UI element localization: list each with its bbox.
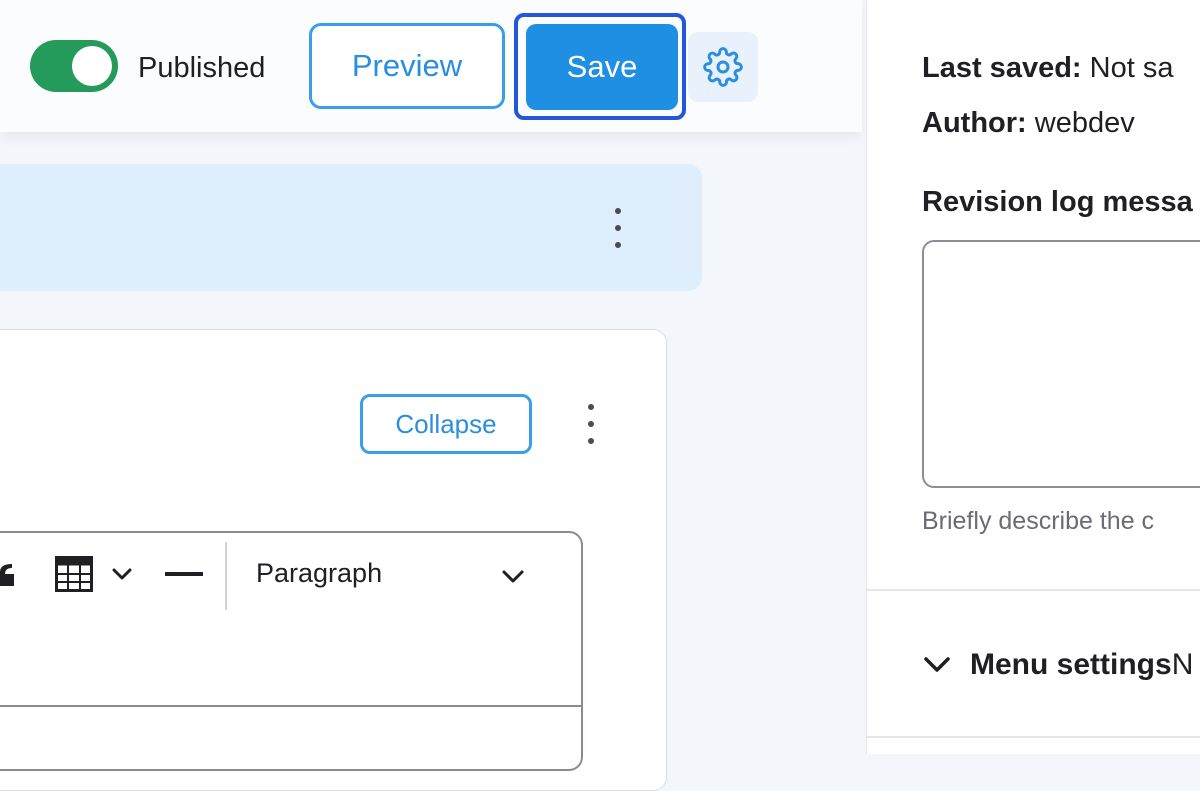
block-actions-kebab-icon[interactable] [613,208,623,248]
blockquote-icon[interactable] [0,562,18,588]
published-label: Published [138,52,266,84]
last-saved-label: Last saved: [922,52,1082,84]
gear-icon [703,47,743,87]
menu-settings-toggle[interactable]: Menu settings N [922,640,1193,690]
published-toggle[interactable] [30,40,118,92]
toggle-knob [72,46,112,86]
editor-toolbar-divider [0,705,583,707]
sidebar-divider [867,589,1200,591]
top-toolbar: Published Preview Save [0,0,862,132]
save-button[interactable]: Save [526,24,678,110]
menu-settings-summary: N [1171,648,1194,681]
last-saved-line: Last saved: Not sa [922,52,1173,85]
settings-button[interactable] [688,32,758,102]
selected-block-header[interactable] [0,164,702,291]
card-actions-kebab-icon[interactable] [586,404,596,444]
menu-settings-label: Menu settings [970,648,1172,681]
format-select-value: Paragraph [256,558,383,588]
author-line: Author: webdev [922,107,1135,140]
author-label: Author: [922,107,1027,139]
sidebar-divider [867,736,1200,738]
chevron-down-icon [924,657,950,672]
paragraph-format-select[interactable]: Paragraph [240,548,540,604]
chevron-down-icon [502,570,524,583]
horizontal-line-icon[interactable] [165,572,203,578]
author-value: webdev [1034,107,1135,139]
revision-log-help-text: Briefly describe the c [922,507,1155,535]
editor-area: Published Preview Save Collapse Paragrap… [0,0,866,791]
last-saved-value: Not sa [1089,52,1174,84]
toolbar-separator [225,542,227,610]
preview-button[interactable]: Preview [309,23,505,109]
settings-sidebar: Last saved: Not sa Author: webdev Revisi… [866,0,1200,754]
revision-log-label: Revision log messa [922,186,1193,218]
collapse-button[interactable]: Collapse [360,394,532,454]
table-dropdown-chevron-down-icon[interactable] [111,566,133,582]
revision-log-textarea[interactable] [922,240,1200,488]
table-icon[interactable] [55,556,93,592]
